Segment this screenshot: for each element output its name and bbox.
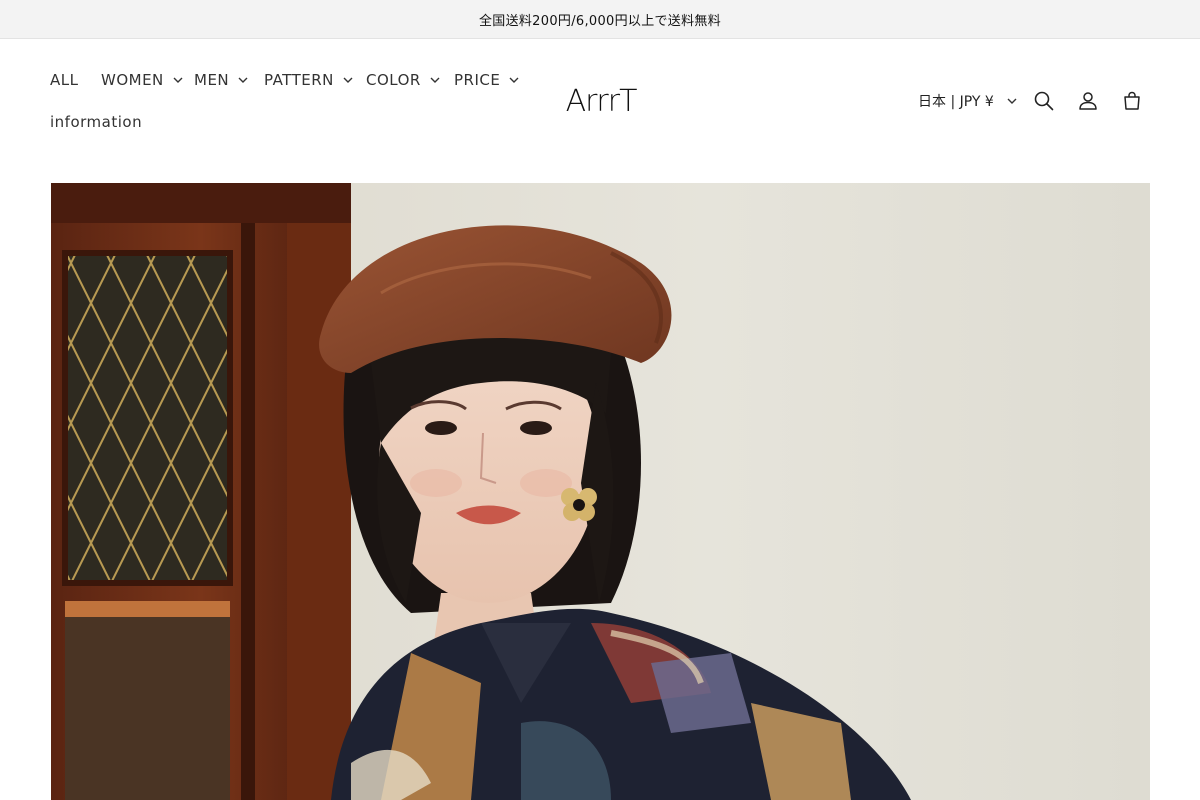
nav-item-label: PRICE: [454, 71, 501, 89]
locale-selector[interactable]: 日本 | JPY ¥: [918, 91, 1018, 111]
chevron-down-icon: [237, 74, 249, 86]
nav-item-label: information: [50, 113, 143, 131]
nav-item-all[interactable]: ALL: [50, 71, 78, 89]
nav-item-label: COLOR: [366, 71, 421, 89]
chevron-down-icon: [508, 74, 520, 86]
nav-item-women[interactable]: WOMEN: [101, 71, 184, 89]
nav-item-label: MEN: [194, 71, 230, 89]
site-header: ALL WOMEN MEN PATTERN COLOR PRICE inform…: [0, 39, 1200, 183]
locale-label: 日本 | JPY ¥: [918, 94, 994, 110]
brand-logo[interactable]: ArrrT: [565, 81, 638, 121]
hero-image: [51, 183, 1150, 800]
chevron-down-icon: [342, 74, 354, 86]
chevron-down-icon: [172, 74, 184, 86]
nav-item-color[interactable]: COLOR: [366, 71, 441, 89]
announcement-bar: 全国送料200円/6,000円以上で送料無料: [0, 0, 1200, 39]
nav-item-label: WOMEN: [101, 71, 164, 89]
announcement-text: 全国送料200円/6,000円以上で送料無料: [478, 13, 721, 29]
cart-icon[interactable]: [1120, 89, 1144, 113]
nav-item-men[interactable]: MEN: [194, 71, 249, 89]
nav-item-pattern[interactable]: PATTERN: [264, 71, 354, 89]
hero-banner[interactable]: [51, 183, 1150, 800]
nav-item-label: ALL: [50, 71, 79, 89]
account-icon[interactable]: [1076, 89, 1100, 113]
nav-item-label: PATTERN: [264, 71, 334, 89]
chevron-down-icon: [429, 74, 441, 86]
search-icon[interactable]: [1032, 89, 1056, 113]
nav-item-information[interactable]: information: [50, 113, 142, 131]
chevron-down-icon: [1006, 95, 1018, 107]
brand-logo-text: ArrrT: [565, 83, 638, 119]
nav-item-price[interactable]: PRICE: [454, 71, 520, 89]
